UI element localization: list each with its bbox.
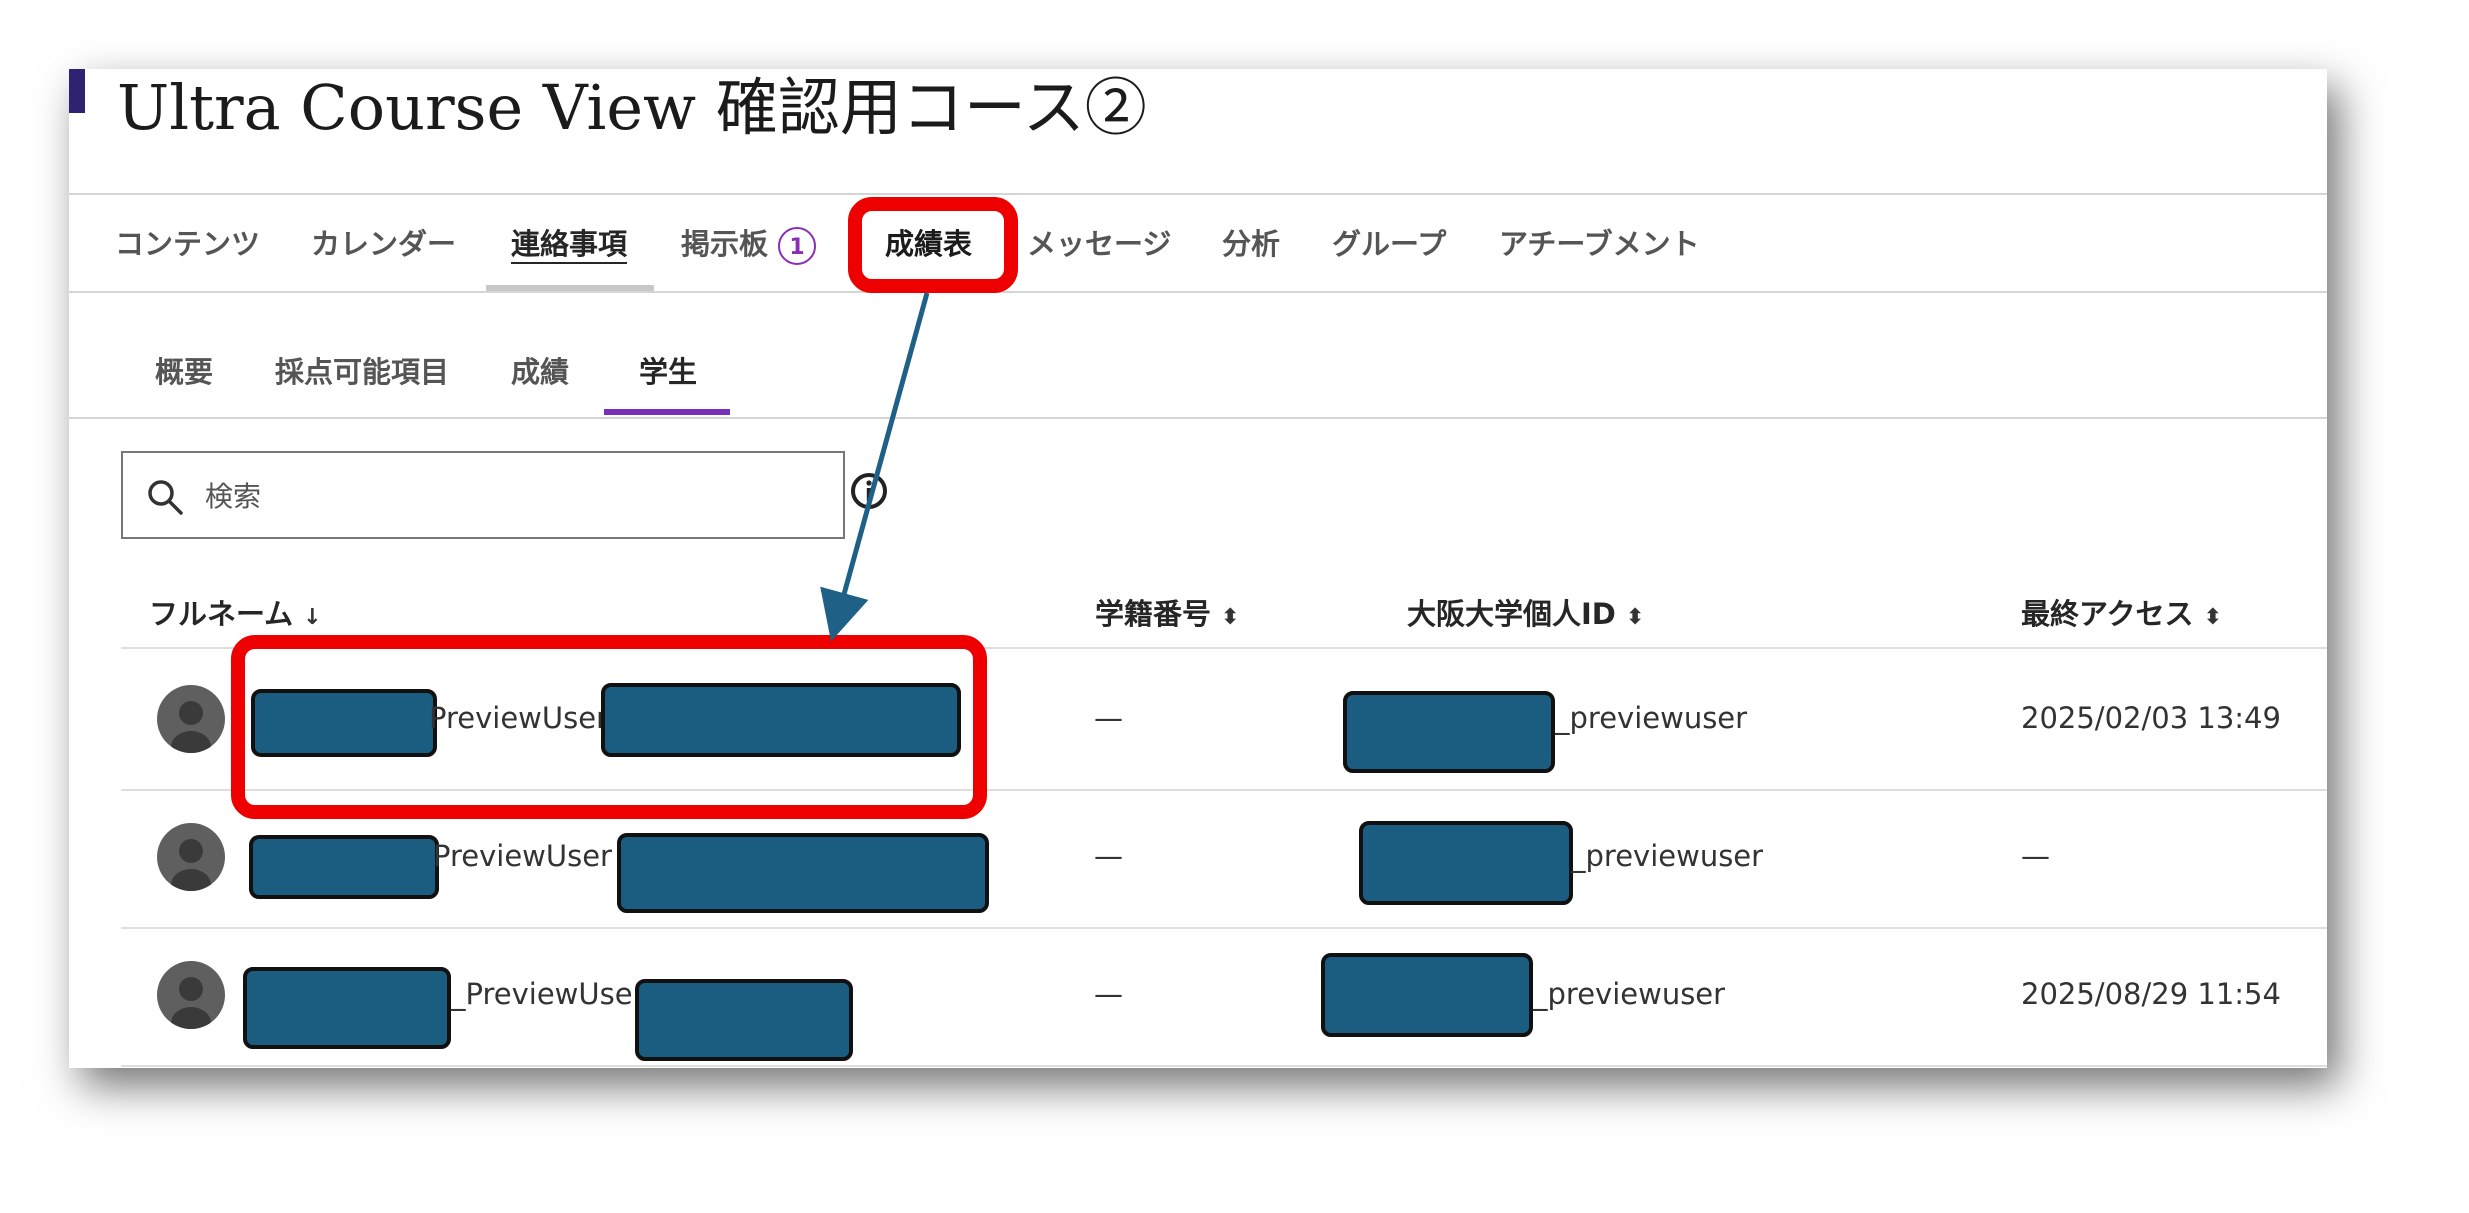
student-name[interactable]: _PreviewUser [451, 977, 644, 1011]
redaction-block [1359, 821, 1573, 905]
avatar-icon [157, 685, 225, 753]
subnav-divider [69, 417, 2327, 419]
sort-icon: ⬍ [2203, 605, 2222, 630]
discussions-count-badge: 1 [778, 227, 817, 265]
subtab-overview[interactable]: 概要 [155, 349, 213, 391]
accent-bar [69, 69, 85, 113]
tab-groups[interactable]: グループ [1332, 221, 1446, 263]
search-icon [148, 480, 183, 515]
tab-contents[interactable]: コンテンツ [115, 221, 260, 263]
redaction-block [1343, 691, 1555, 773]
col-header-personal-id[interactable]: 大阪大学個人ID ⬍ [1407, 591, 1644, 633]
tab-calendar[interactable]: カレンダー [311, 221, 456, 263]
col-header-personal-id-label: 大阪大学個人ID [1407, 597, 1616, 631]
sort-descending-icon: ↓ [303, 605, 322, 630]
avatar-icon [157, 961, 225, 1029]
tab-discussions-label: 掲示板 [681, 227, 769, 261]
redaction-block [243, 967, 451, 1049]
subtab-gradable-items[interactable]: 採点可能項目 [275, 349, 449, 391]
student-number: — [1094, 839, 1123, 873]
last-access: — [2021, 839, 2050, 873]
tab-achievements[interactable]: アチーブメント [1499, 221, 1700, 263]
page-title: Ultra Course View 確認用コース② [117, 71, 1147, 144]
last-access: 2025/08/29 11:54 [2021, 977, 2281, 1011]
redaction-block [635, 979, 853, 1061]
subtab-active-indicator [604, 409, 730, 415]
sort-icon: ⬍ [1221, 605, 1240, 630]
col-header-student-number[interactable]: 学籍番号 ⬍ [1095, 591, 1239, 633]
row-divider [121, 927, 2327, 929]
student-name[interactable]: PreviewUser [433, 839, 612, 873]
col-header-student-number-label: 学籍番号 [1095, 597, 1212, 631]
personal-id: _previewuser [1571, 839, 1764, 873]
screenshot: Ultra Course View 確認用コース② コンテンツ カレンダー 連絡… [69, 69, 2327, 1068]
tab-messages[interactable]: メッセージ [1027, 221, 1171, 263]
personal-id: _previewuser [1555, 701, 1748, 735]
row-divider [121, 1065, 2327, 1067]
student-number: — [1094, 701, 1123, 735]
subtab-grades[interactable]: 成績 [511, 349, 569, 391]
search-field[interactable] [121, 451, 845, 539]
tab-discussions[interactable]: 掲示板 1 [681, 221, 817, 265]
last-access: 2025/02/03 13:49 [2021, 701, 2281, 735]
student-number: — [1094, 977, 1123, 1011]
col-header-fullname-label: フルネーム [149, 597, 294, 631]
header-divider [69, 193, 2327, 195]
nav-divider [69, 291, 2327, 293]
highlight-gradebook-tab [848, 197, 1018, 293]
tab-analytics[interactable]: 分析 [1222, 221, 1280, 263]
col-header-fullname[interactable]: フルネーム ↓ [149, 591, 322, 633]
search-input[interactable] [203, 467, 827, 525]
col-header-last-access-label: 最終アクセス [2021, 597, 2194, 631]
tab-announcements[interactable]: 連絡事項 [511, 221, 627, 263]
col-header-last-access[interactable]: 最終アクセス ⬍ [2021, 591, 2222, 633]
personal-id: _previewuser [1533, 977, 1726, 1011]
subtab-students[interactable]: 学生 [639, 349, 697, 391]
sort-icon: ⬍ [1625, 605, 1645, 630]
redaction-block [1321, 953, 1533, 1037]
annotation-arrow [820, 292, 930, 642]
redaction-block [617, 833, 989, 913]
info-icon[interactable] [849, 471, 889, 511]
redaction-block [249, 835, 439, 899]
avatar-icon [157, 823, 225, 891]
highlight-student-row [231, 635, 987, 819]
